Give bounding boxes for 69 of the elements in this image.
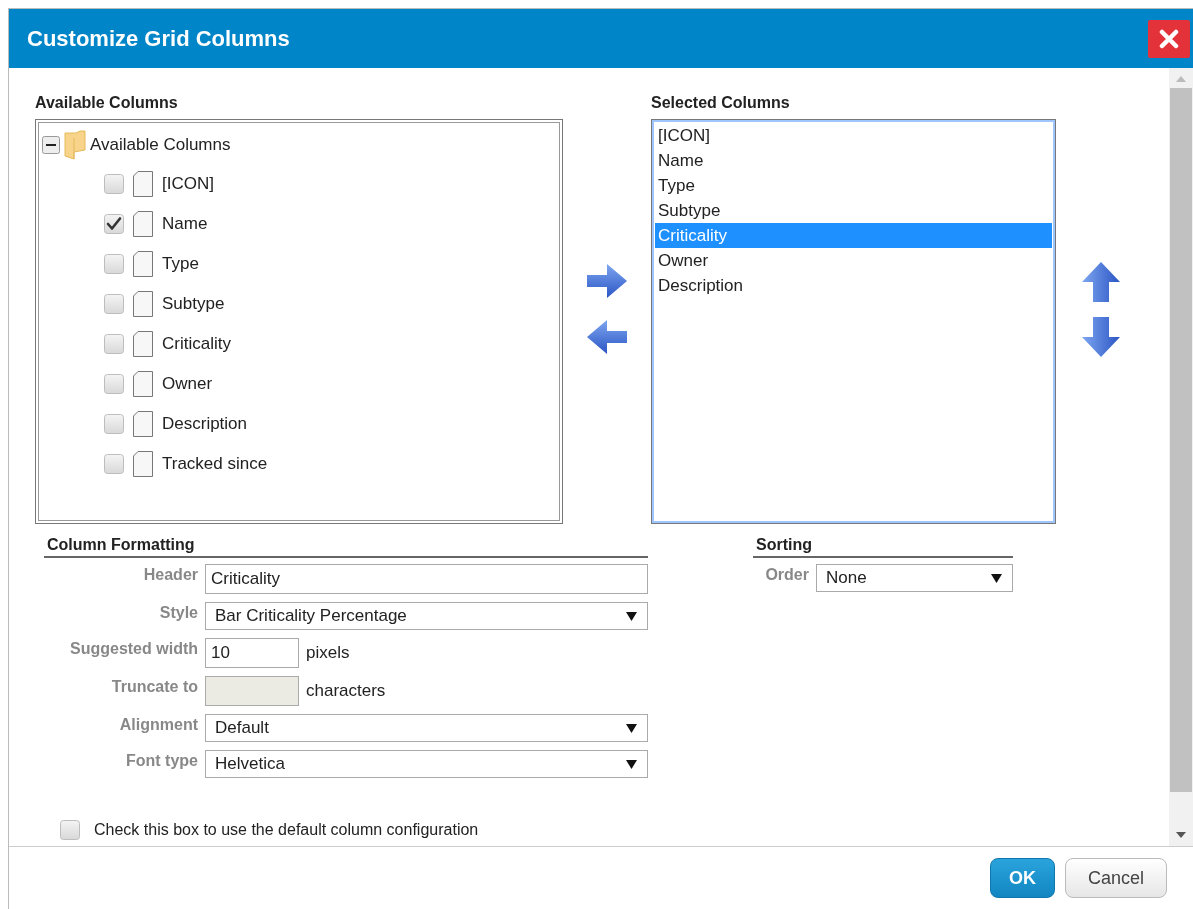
checkbox[interactable] (104, 214, 124, 234)
scrollbar[interactable] (1169, 68, 1193, 846)
tree-root-label[interactable]: Available Columns (90, 135, 231, 155)
list-item[interactable]: Type (655, 173, 1052, 198)
document-icon (132, 370, 154, 398)
text-field[interactable]: 10 (205, 638, 299, 668)
up-arrow-icon[interactable] (1082, 261, 1120, 302)
dropdown-arrow-icon (991, 572, 1002, 584)
scroll-down-icon[interactable] (1176, 832, 1186, 838)
close-icon (1159, 28, 1179, 49)
unit-label: pixels (306, 643, 350, 663)
tree-item-label[interactable]: Description (162, 414, 248, 434)
field-label: Alignment (118, 715, 198, 735)
checkbox[interactable] (104, 334, 124, 354)
tree-item-label[interactable]: Name (162, 214, 208, 234)
field-label: Style (158, 603, 198, 623)
dropdown-arrow-icon (626, 722, 637, 734)
section-heading: Column Formatting (44, 536, 648, 558)
panel-heading: Available Columns (35, 94, 179, 112)
field-label: Header (142, 565, 198, 585)
collapse-icon[interactable] (42, 136, 60, 154)
left-arrow-icon[interactable] (587, 320, 627, 354)
dropdown-arrow-icon (626, 610, 637, 622)
tree-item-label[interactable]: Type (162, 254, 199, 274)
checkbox[interactable] (60, 820, 80, 840)
field-label: Suggested width (69, 639, 198, 659)
tree-item-label[interactable]: Tracked since (162, 454, 268, 474)
panel-heading: Selected Columns (651, 94, 791, 112)
dropdown[interactable]: Helvetica (205, 750, 648, 778)
checkbox[interactable] (104, 294, 124, 314)
list-item[interactable]: Owner (655, 248, 1052, 273)
dialog-title: Customize Grid Columns (27, 25, 290, 52)
unit-label: characters (306, 681, 386, 701)
checkbox[interactable] (104, 454, 124, 474)
document-icon (132, 450, 154, 478)
document-icon (132, 250, 154, 278)
field-label: Font type (125, 751, 198, 771)
checkbox[interactable] (104, 414, 124, 434)
document-icon (132, 290, 154, 318)
document-icon (132, 170, 154, 198)
list-item[interactable]: Subtype (655, 198, 1052, 223)
checkbox[interactable] (104, 174, 124, 194)
list-item[interactable]: Name (655, 148, 1052, 173)
down-arrow-icon[interactable] (1082, 316, 1120, 357)
document-icon (132, 210, 154, 238)
folder-icon (64, 130, 86, 160)
tree-item-label[interactable]: Subtype (162, 294, 225, 314)
document-icon (132, 410, 154, 438)
list-item[interactable]: Description (655, 273, 1052, 298)
dropdown[interactable]: None (816, 564, 1013, 592)
checkbox[interactable] (104, 374, 124, 394)
dropdown[interactable]: Default (205, 714, 648, 742)
scroll-up-icon[interactable] (1176, 76, 1186, 82)
right-arrow-icon[interactable] (587, 264, 627, 298)
document-icon (132, 330, 154, 358)
text-field[interactable]: Criticality (205, 564, 648, 594)
dropdown-arrow-icon (626, 758, 637, 770)
checkbox-label: Check this box to use the default column configuration (94, 821, 479, 839)
section-heading: Sorting (753, 536, 1013, 558)
tree-item-label[interactable]: [ICON] (162, 174, 214, 194)
checkbox[interactable] (104, 254, 124, 274)
field-label: Order (764, 565, 809, 585)
list-item[interactable]: [ICON] (655, 123, 1052, 148)
dropdown[interactable]: Bar Criticality Percentage (205, 602, 648, 630)
tree-item-label[interactable]: Owner (162, 374, 213, 394)
tree-item-label[interactable]: Criticality (162, 334, 231, 354)
cancel-button[interactable]: Cancel (1064, 858, 1167, 898)
field-label: Truncate to (110, 677, 198, 697)
close-button[interactable] (1148, 19, 1190, 58)
